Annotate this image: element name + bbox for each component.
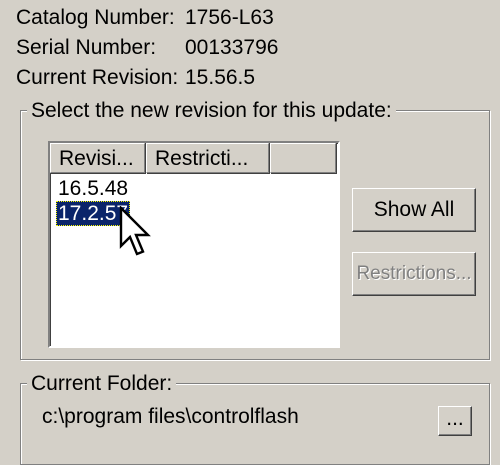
column-header-empty[interactable]: [270, 143, 336, 173]
list-item-revision-16-5-48[interactable]: 16.5.48: [56, 176, 130, 201]
column-header-revision[interactable]: Revisi...: [50, 143, 145, 173]
arrow-cursor-icon: [119, 206, 151, 256]
revision-group-caption: Select the new revision for this update:: [27, 99, 396, 123]
catalog-number-value: 1756-L63: [185, 6, 274, 29]
browse-folder-button[interactable]: ...: [438, 406, 472, 436]
current-revision-label: Current Revision:: [16, 66, 179, 89]
current-folder-caption: Current Folder:: [27, 372, 177, 396]
revision-list[interactable]: Revisi... Restricti... 16.5.48 17.2.57: [48, 141, 340, 348]
catalog-number-label: Catalog Number:: [16, 6, 175, 29]
current-folder-path: c:\program files\controlflash: [42, 405, 299, 428]
show-all-button[interactable]: Show All: [352, 188, 476, 232]
column-header-restrictions[interactable]: Restricti...: [146, 143, 269, 173]
serial-number-label: Serial Number:: [16, 36, 157, 59]
current-revision-value: 15.56.5: [185, 66, 256, 89]
restrictions-button[interactable]: Restrictions...: [352, 252, 476, 296]
serial-number-value: 00133796: [185, 36, 279, 59]
